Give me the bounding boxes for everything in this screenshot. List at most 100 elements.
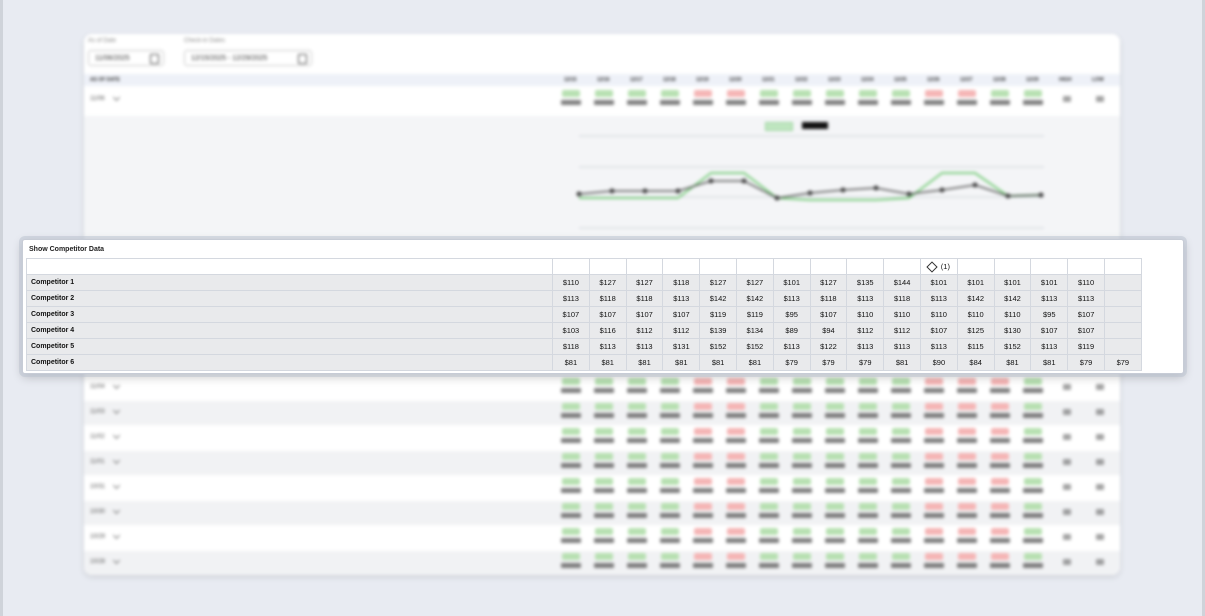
chevron-down-icon[interactable] xyxy=(112,556,121,565)
chevron-down-icon[interactable] xyxy=(112,93,121,102)
chevron-down-icon[interactable] xyxy=(112,456,121,465)
rate-change-badge xyxy=(727,378,745,385)
background-rate-row[interactable]: 11/04 xyxy=(84,376,1120,400)
chevron-down-icon[interactable] xyxy=(112,431,121,440)
rate-cell xyxy=(921,452,947,474)
rate-price xyxy=(561,463,581,468)
rate-price xyxy=(825,388,845,393)
rate-change-badge xyxy=(892,428,910,435)
chevron-down-icon[interactable] xyxy=(112,406,121,415)
rate-cell xyxy=(822,527,848,549)
competitor-rate: $107 xyxy=(1067,322,1105,339)
background-rate-row[interactable]: 10/31 xyxy=(84,476,1120,500)
rate-price xyxy=(561,488,581,493)
rate-change-badge xyxy=(826,528,844,535)
background-rate-row[interactable]: 11/02 xyxy=(84,426,1120,450)
rate-cell xyxy=(921,402,947,424)
rate-change-badge xyxy=(826,553,844,560)
rate-change-badge xyxy=(595,528,613,535)
rate-price xyxy=(726,513,746,518)
background-rate-row[interactable]: 11/01 xyxy=(84,451,1120,475)
rate-price xyxy=(660,513,680,518)
rate-change-badge xyxy=(793,528,811,535)
background-rate-row[interactable]: 10/30 xyxy=(84,501,1120,525)
rate-price xyxy=(660,538,680,543)
low-value xyxy=(1096,434,1104,440)
background-rate-row[interactable]: 10/29 xyxy=(84,526,1120,550)
rate-change-badge xyxy=(628,453,646,460)
chevron-down-icon[interactable] xyxy=(112,481,121,490)
rate-cell xyxy=(954,89,980,111)
rate-change-badge xyxy=(562,553,580,560)
rate-change-badge xyxy=(826,403,844,410)
rate-cell xyxy=(723,527,749,549)
background-rate-row[interactable]: 11/03 xyxy=(84,401,1120,425)
as-of-date-input[interactable]: 11/06/2025 xyxy=(88,50,164,66)
rate-cell xyxy=(1020,89,1046,111)
rate-change-badge xyxy=(958,503,976,510)
competitor-rate: $107 xyxy=(625,306,664,323)
competitor-rate: $127 xyxy=(625,274,664,291)
rate-cell xyxy=(921,427,947,449)
rate-change-badge xyxy=(694,428,712,435)
header-cell xyxy=(1067,258,1105,275)
background-rate-row[interactable]: 10/28 xyxy=(84,551,1120,575)
panel-title: Show Competitor Data xyxy=(29,246,105,253)
rate-change-badge xyxy=(661,428,679,435)
chevron-down-icon[interactable] xyxy=(112,531,121,540)
rate-cell xyxy=(987,402,1013,424)
rate-price xyxy=(891,438,911,443)
competitor-rate: $101 xyxy=(772,274,811,291)
rate-cell xyxy=(888,452,914,474)
rate-change-badge xyxy=(958,478,976,485)
competitor-rate: $81 xyxy=(662,354,701,371)
date-column-header: 12/21 xyxy=(762,77,775,83)
rate-cell xyxy=(690,527,716,549)
rate-change-badge xyxy=(1024,428,1042,435)
competitor-rate: $152 xyxy=(993,338,1032,355)
chevron-down-icon[interactable] xyxy=(112,506,121,515)
rate-cell xyxy=(789,477,815,499)
background-rate-row[interactable]: 11/06 xyxy=(84,88,1120,112)
as-of-date-column-header: AS OF DATE xyxy=(90,77,120,83)
rate-change-badge xyxy=(1024,528,1042,535)
low-column-header: LOW xyxy=(1092,77,1104,83)
rate-price xyxy=(660,100,680,105)
date-column-header: 12/27 xyxy=(960,77,973,83)
rate-price xyxy=(594,463,614,468)
rate-price xyxy=(561,413,581,418)
rate-price xyxy=(924,438,944,443)
rate-cell xyxy=(657,477,683,499)
low-value xyxy=(1096,484,1104,490)
competitor-name: Competitor 3 xyxy=(26,306,553,323)
rate-price xyxy=(759,100,779,105)
competitor-rate: $113 xyxy=(552,290,590,307)
rate-cell xyxy=(888,402,914,424)
rate-cell xyxy=(789,552,815,574)
rate-change-badge xyxy=(991,403,1009,410)
rate-cell xyxy=(954,477,980,499)
rate-change-badge xyxy=(727,428,745,435)
rate-price xyxy=(990,488,1010,493)
rate-cell xyxy=(1020,502,1046,524)
competitor-rate: $119 xyxy=(699,306,737,323)
chevron-down-icon[interactable] xyxy=(112,381,121,390)
low-value xyxy=(1096,384,1104,390)
header-cell xyxy=(735,258,774,275)
rate-change-badge xyxy=(991,378,1009,385)
pinned-count-cell[interactable]: (1) xyxy=(919,258,958,275)
rate-price xyxy=(693,463,713,468)
rate-price xyxy=(693,438,713,443)
checkin-dates-input[interactable]: 12/15/2025 - 12/29/2025 xyxy=(184,50,312,66)
rate-change-badge xyxy=(1024,403,1042,410)
rate-change-badge xyxy=(892,378,910,385)
rate-change-badge xyxy=(892,528,910,535)
rate-cell xyxy=(987,502,1013,524)
empty-cell xyxy=(1103,290,1142,307)
rate-change-badge xyxy=(661,378,679,385)
competitor-rate: $110 xyxy=(1067,274,1105,291)
rate-cell xyxy=(591,477,617,499)
rate-price xyxy=(627,463,647,468)
rate-change-badge xyxy=(859,553,877,560)
rate-cell xyxy=(624,552,650,574)
